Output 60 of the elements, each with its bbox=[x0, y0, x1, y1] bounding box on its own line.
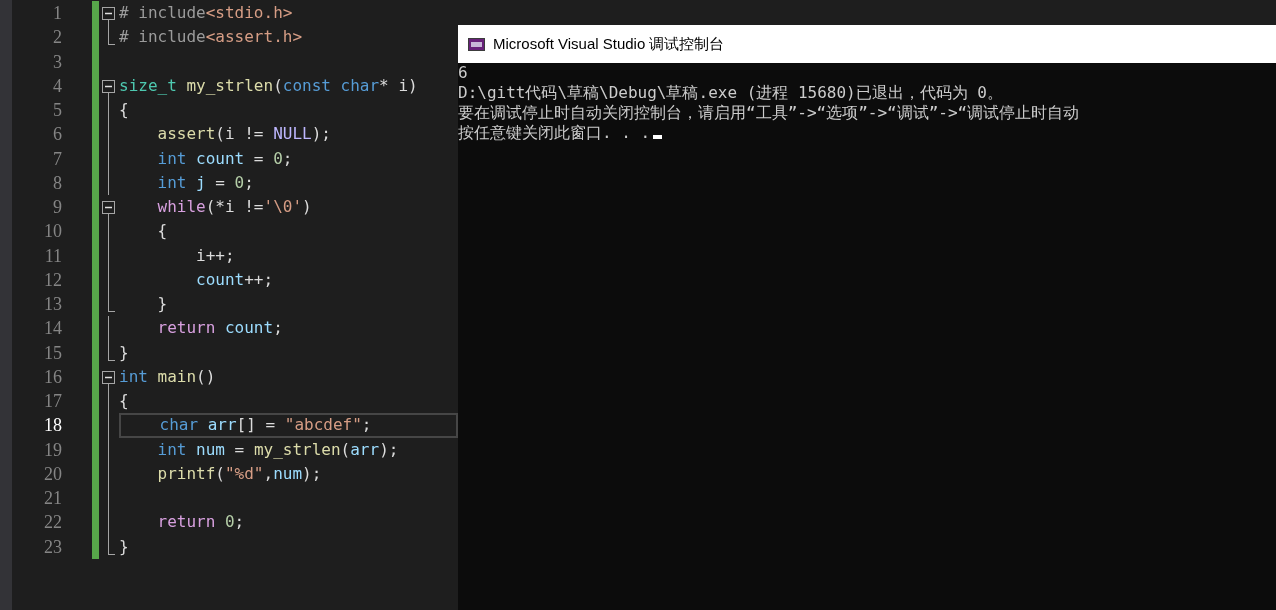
code-line: int num = my_strlen(arr); bbox=[156, 438, 399, 461]
line-number: 9 bbox=[52, 196, 62, 219]
collapse-icon[interactable] bbox=[102, 370, 115, 384]
console-output-line: 6 bbox=[458, 63, 468, 83]
line-number: 8 bbox=[52, 171, 62, 195]
fold-end-line bbox=[108, 25, 115, 46]
line-number: 11 bbox=[43, 244, 62, 268]
code-line: } bbox=[119, 341, 129, 364]
code-line: } bbox=[119, 535, 129, 558]
code-line: int j = 0; bbox=[156, 171, 254, 194]
fold-end-line bbox=[108, 534, 115, 555]
code-line: i++; bbox=[195, 244, 235, 267]
window-title: Microsoft Visual Studio 调试控制台 bbox=[493, 33, 725, 54]
fold-end-line bbox=[108, 292, 115, 312]
console-output-line: 要在调试停止时自动关闭控制台，请启用“工具”->“选项”->“调试”->“调试停止时自动 bbox=[458, 103, 1080, 123]
line-number: 1 bbox=[52, 2, 62, 25]
code-line: while(*i !='\0') bbox=[156, 196, 312, 219]
line-number: 18 bbox=[43, 414, 62, 438]
code-line: printf("%d",num); bbox=[156, 462, 322, 485]
line-number: 6 bbox=[52, 123, 62, 147]
collapse-icon[interactable] bbox=[102, 7, 115, 20]
line-number: 12 bbox=[43, 268, 62, 292]
code-line: size_t my_strlen(const char* i) bbox=[119, 74, 418, 97]
collapse-icon[interactable] bbox=[102, 201, 115, 214]
line-number: 23 bbox=[43, 535, 62, 559]
line-number: 10 bbox=[43, 220, 62, 244]
code-line: } bbox=[156, 293, 168, 316]
code-line: count++; bbox=[195, 268, 274, 291]
line-number: 7 bbox=[52, 147, 62, 171]
line-number: 20 bbox=[43, 462, 62, 486]
code-line: { bbox=[156, 220, 168, 243]
line-number: 2 bbox=[52, 26, 62, 50]
fold-guide-line bbox=[108, 316, 109, 341]
fold-end-line bbox=[108, 340, 115, 361]
line-number: 21 bbox=[43, 487, 62, 510]
console-output-line: D:\gitt代码\草稿\Debug\草稿.exe (进程 15680)已退出，代码为 0。 bbox=[458, 83, 1003, 103]
line-number: 14 bbox=[43, 317, 62, 341]
line-number: 4 bbox=[52, 74, 62, 98]
code-line: char arr[] = "abcdef"; bbox=[158, 414, 372, 437]
line-number: 22 bbox=[43, 511, 62, 535]
line-number: 17 bbox=[43, 390, 62, 413]
text-cursor bbox=[653, 135, 663, 139]
code-line: # include<stdio.h> bbox=[119, 2, 293, 25]
code-line: # include<assert.h> bbox=[119, 26, 303, 49]
code-line: int main() bbox=[119, 365, 216, 388]
console-output-line: 按任意键关闭此窗口. . . bbox=[458, 123, 651, 143]
line-number: 13 bbox=[43, 293, 62, 316]
code-line: { bbox=[119, 390, 129, 413]
collapse-icon[interactable] bbox=[102, 79, 115, 93]
code-line: { bbox=[119, 99, 129, 122]
line-number: 5 bbox=[52, 99, 62, 122]
line-number: 3 bbox=[52, 50, 62, 74]
code-line: return 0; bbox=[156, 511, 245, 534]
line-number: 16 bbox=[43, 365, 62, 389]
console-app-icon bbox=[468, 37, 485, 51]
line-number: 15 bbox=[43, 341, 62, 365]
code-line: assert(i != NULL); bbox=[156, 123, 331, 146]
line-number: 19 bbox=[43, 438, 62, 462]
code-line: int count = 0; bbox=[156, 147, 293, 170]
code-line: return count; bbox=[156, 317, 283, 340]
